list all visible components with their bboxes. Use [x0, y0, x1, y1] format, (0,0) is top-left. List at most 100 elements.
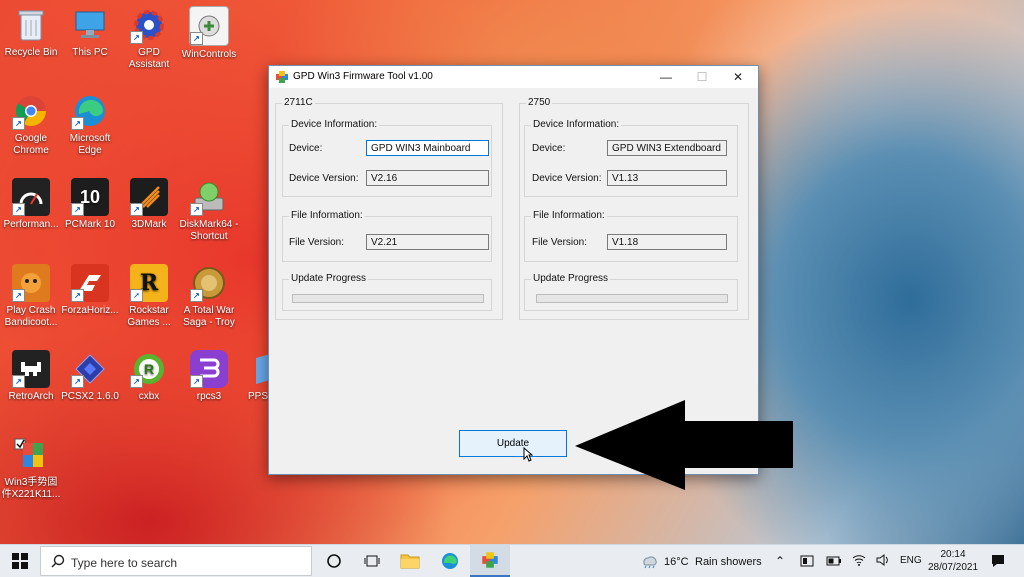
cxbx-icon: R ↗	[130, 350, 168, 388]
file-version-field[interactable]: V1.18	[607, 234, 727, 250]
rpcs3-icon: ↗	[190, 350, 228, 388]
file-version-label: File Version:	[532, 237, 588, 248]
desktop-icon-retroarch[interactable]: ↗ RetroArch	[0, 350, 62, 403]
maximize-button[interactable]: ☐	[684, 66, 720, 88]
panel-title: 2750	[526, 97, 553, 108]
gpd-assistant-gear-icon: ↗	[130, 6, 168, 44]
shortcut-arrow-icon: ↗	[12, 203, 25, 216]
desktop-icon-recycle-bin[interactable]: Recycle Bin	[0, 6, 62, 59]
desktop-icon-label: PPS	[247, 391, 268, 402]
shortcut-arrow-icon: ↗	[190, 203, 203, 216]
weather-icon[interactable]	[640, 553, 658, 572]
update-progress-group: Update Progress	[524, 273, 738, 311]
desktop-icon-label: 3DMark	[131, 219, 167, 230]
desktop-icon-performance[interactable]: ↗ Performan...	[0, 178, 62, 231]
performance-test-icon: ↗	[12, 178, 50, 216]
cortana-icon	[327, 554, 341, 568]
shortcut-arrow-icon: ↗	[130, 203, 143, 216]
desktop-icon-this-pc[interactable]: This PC	[59, 6, 121, 59]
shortcut-arrow-icon: ↗	[71, 375, 84, 388]
pps-icon	[246, 350, 268, 388]
shortcut-arrow-icon: ↗	[130, 31, 143, 44]
shortcut-arrow-icon: ↗	[12, 289, 25, 302]
desktop-icon-pcmark[interactable]: 10 ↗ PCMark 10	[59, 178, 121, 231]
clock[interactable]: 20:14 28/07/2021	[922, 548, 984, 574]
pointer-arrow-icon	[575, 400, 793, 490]
desktop-icon-label: Play Crash Bandicoot...	[4, 305, 58, 328]
tray-app-icon[interactable]	[800, 555, 814, 570]
desktop-icon-label: ForzaHoriz...	[61, 305, 119, 316]
desktop-icon-label: PCSX2 1.6.0	[61, 391, 119, 402]
desktop-icon-label: Win3手势固件X221K11...	[1, 477, 61, 500]
shortcut-arrow-icon: ↗	[12, 375, 25, 388]
crash-bandicoot-icon: ↗	[12, 264, 50, 302]
weather-condition[interactable]: Rain showers	[695, 556, 762, 568]
device-information-group: Device Information: Device: GPD WIN3 Ext…	[524, 119, 738, 197]
file-information-group: File Information: File Version: V2.21	[282, 210, 492, 262]
desktop-icon-pps[interactable]: PPS	[232, 350, 268, 403]
firmware-tool-taskbar-button[interactable]	[470, 545, 510, 577]
shortcut-arrow-icon: ↗	[190, 32, 203, 45]
desktop-icon-win3-firmware-folder[interactable]: Win3手势固件X221K11...	[0, 436, 62, 501]
edge-taskbar-button[interactable]	[430, 545, 470, 577]
desktop-icon-wincontrols[interactable]: ↗ WinControls	[178, 6, 240, 61]
desktop-icon-cxbx[interactable]: R ↗ cxbx	[118, 350, 180, 403]
desktop-icon-label: PCMark 10	[64, 219, 115, 230]
device-field[interactable]: GPD WIN3 Extendboard	[607, 140, 727, 156]
panel-2750: 2750 Device Information: Device: GPD WIN…	[519, 97, 749, 320]
window-titlebar[interactable]: GPD Win3 Firmware Tool v1.00 — ☐ ✕	[269, 66, 758, 88]
folder-icon	[400, 554, 420, 569]
update-button[interactable]: Update	[459, 430, 567, 457]
search-placeholder: Type here to search	[71, 556, 178, 570]
cortana-button[interactable]	[314, 545, 354, 577]
taskbar: Type here to search 16°C Rain showers ⌃ …	[0, 544, 1024, 577]
minimize-button[interactable]: —	[648, 66, 684, 88]
weather-temperature[interactable]: 16°C	[664, 556, 689, 568]
computer-icon	[71, 6, 109, 44]
device-version-field[interactable]: V1.13	[607, 170, 727, 186]
desktop-icon-diskmark[interactable]: ↗ DiskMark64 - Shortcut	[178, 178, 240, 243]
notifications-icon[interactable]	[990, 553, 1006, 572]
search-icon	[51, 554, 65, 571]
file-version-field[interactable]: V2.21	[366, 234, 489, 250]
device-field[interactable]: GPD WIN3 Mainboard	[366, 140, 489, 156]
group-label: File Information:	[531, 210, 607, 221]
shortcut-arrow-icon: ↗	[12, 117, 25, 130]
desktop-icon-pcsx2[interactable]: ↗ PCSX2 1.6.0	[59, 350, 121, 403]
volume-icon[interactable]	[876, 554, 890, 569]
show-hidden-icons-chevron-icon[interactable]: ⌃	[775, 554, 785, 568]
shortcut-arrow-icon: ↗	[71, 289, 84, 302]
desktop-icon-forza-horizon[interactable]: ↗ ForzaHoriz...	[59, 264, 121, 317]
desktop-icon-label: RetroArch	[8, 391, 54, 402]
desktop-icon-rockstar[interactable]: R ↗ Rockstar Games ...	[118, 264, 180, 329]
wifi-icon[interactable]	[852, 554, 866, 569]
desktop-icon-crash-bandicoot[interactable]: ↗ Play Crash Bandicoot...	[0, 264, 62, 329]
close-button[interactable]: ✕	[720, 66, 756, 88]
taskbar-search-box[interactable]: Type here to search	[40, 546, 312, 576]
desktop-icon-rpcs3[interactable]: ↗ rpcs3	[178, 350, 240, 403]
desktop-icon-google-chrome[interactable]: ↗ Google Chrome	[0, 92, 62, 157]
device-version-field[interactable]: V2.16	[366, 170, 489, 186]
desktop-icon-3dmark[interactable]: ↗ 3DMark	[118, 178, 180, 231]
svg-text:R: R	[144, 361, 154, 377]
desktop-icon-label: WinControls	[181, 49, 237, 60]
group-label: File Information:	[289, 210, 365, 221]
desktop-icon-label: Microsoft Edge	[69, 133, 111, 156]
file-explorer-button[interactable]	[390, 545, 430, 577]
shortcut-arrow-icon: ↗	[71, 203, 84, 216]
edge-icon: ↗	[71, 92, 109, 130]
total-war-troy-icon: ↗	[190, 264, 228, 302]
group-label: Update Progress	[531, 273, 611, 284]
language-indicator[interactable]: ENG	[900, 555, 922, 566]
panel-2711c: 2711C Device Information: Device: GPD WI…	[275, 97, 503, 320]
start-button[interactable]	[0, 545, 40, 577]
desktop-icon-gpd-assistant[interactable]: ↗ GPD Assistant	[118, 6, 180, 71]
desktop-icon-microsoft-edge[interactable]: ↗ Microsoft Edge	[59, 92, 121, 157]
task-view-button[interactable]	[352, 545, 392, 577]
battery-icon[interactable]	[826, 556, 842, 569]
windows-logo-icon	[12, 553, 28, 569]
desktop-icon-label: Performan...	[3, 219, 59, 230]
3dmark-icon: ↗	[130, 178, 168, 216]
device-version-label: Device Version:	[532, 173, 602, 184]
desktop-icon-total-war-troy[interactable]: ↗ A Total War Saga - Troy	[178, 264, 240, 329]
